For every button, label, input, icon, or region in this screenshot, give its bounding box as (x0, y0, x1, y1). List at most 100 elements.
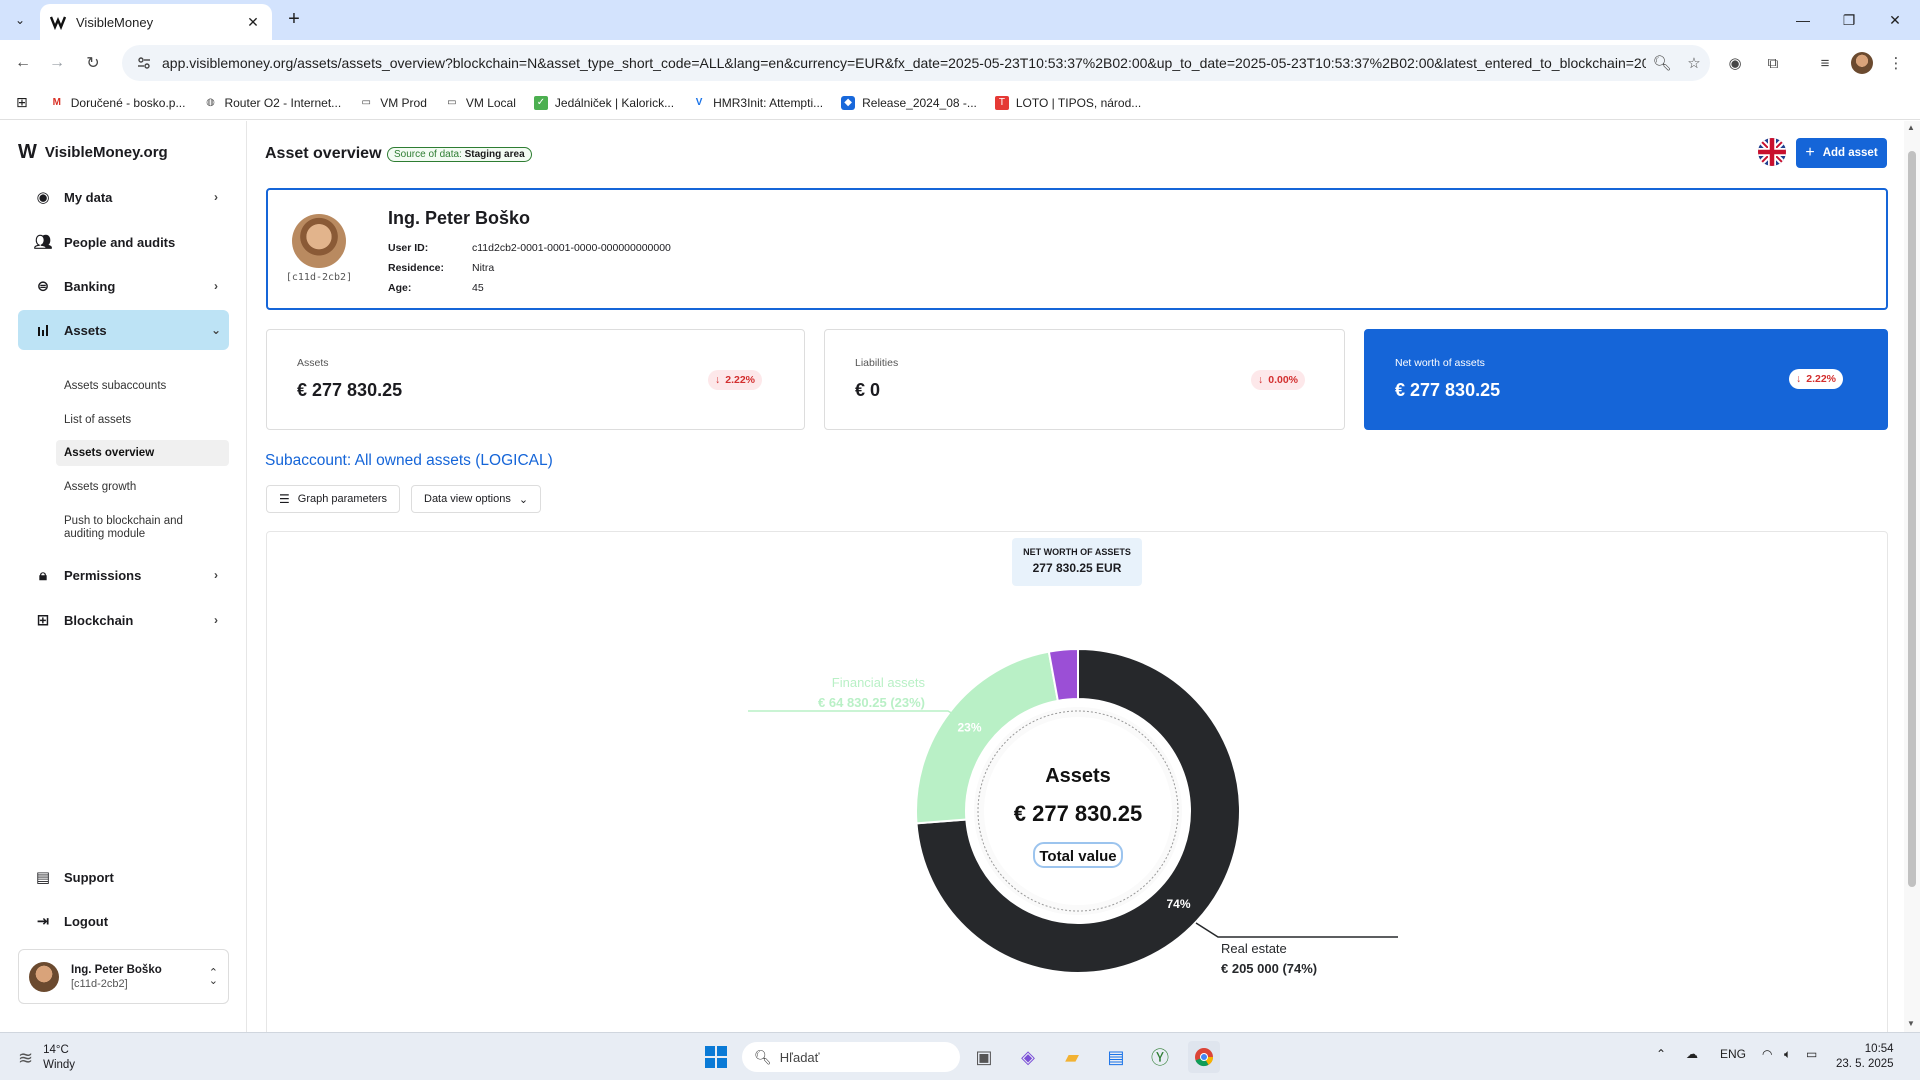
uk-flag-icon[interactable] (1758, 138, 1786, 166)
kpi-value: € 0 (855, 380, 881, 400)
callout-name-financial-assets: Financial assets (832, 675, 926, 690)
minimize-icon[interactable]: — (1780, 0, 1826, 40)
sidebar-item-assets[interactable]: Assets ⌄ (18, 310, 229, 350)
url-text: app.visiblemoney.org/assets/assets_overv… (162, 55, 1646, 71)
browser-menu-icon[interactable]: ⋮ (1885, 52, 1907, 74)
sidebar-item-label: My data (64, 189, 113, 205)
bookmark-item[interactable]: M Doručené - bosko.p... (50, 96, 186, 110)
file-explorer-icon[interactable]: ▰ (1056, 1041, 1088, 1073)
visiblemoney-favicon-icon (50, 16, 66, 30)
sidebar-subitem-push-to-blockchain[interactable]: Push to blockchain and auditing module (56, 508, 229, 548)
page-scrollbar[interactable]: ▲ ▼ (1904, 121, 1920, 1032)
tray-chevron-icon[interactable]: ⌃ (1656, 1047, 1666, 1061)
restore-icon[interactable]: ❐ (1826, 0, 1872, 40)
bookmark-item[interactable]: T LOTO | TIPOS, národ... (994, 95, 1141, 110)
bookmark-item[interactable]: ▭ VM Prod (359, 96, 426, 110)
browser-tab[interactable]: VisibleMoney ✕ (40, 4, 272, 40)
onedrive-icon[interactable]: ☁ (1686, 1047, 1698, 1061)
graph-parameters-button[interactable]: ☰ Graph parameters (266, 485, 401, 513)
profile-avatar-icon[interactable] (1851, 52, 1873, 74)
sidebar-item-support[interactable]: ▤ Support (18, 857, 229, 897)
user-switcher[interactable]: Ing. Peter Boško [c11d-2cb2] ⌃ ⌄ (18, 949, 229, 1004)
profile-user-id-row: User ID: c11d2cb2-0001-0001-0000-0000000… (388, 242, 671, 254)
scroll-up-icon[interactable]: ▲ (1907, 123, 1915, 132)
address-bar[interactable]: app.visiblemoney.org/assets/assets_overv… (122, 45, 1710, 81)
chevron-down-icon: ⌄ (210, 323, 222, 337)
extensions-puzzle-icon[interactable]: ⧉ (1762, 52, 1784, 74)
sidebar-item-permissions[interactable]: 🔒︎ Permissions › (18, 555, 229, 595)
brand[interactable]: W VisibleMoney.org (18, 141, 168, 164)
window-close-icon[interactable]: ✕ (1872, 0, 1918, 40)
sidebar-item-people-and-audits[interactable]: 👥︎ People and audits (18, 222, 229, 262)
extension-icon[interactable]: ◉ (1724, 52, 1746, 74)
chrome-icon[interactable] (1188, 1041, 1220, 1073)
bookmark-star-icon[interactable]: ☆ (1678, 54, 1710, 72)
sidebar-subitem-list-of-assets[interactable]: List of assets (56, 407, 229, 433)
subaccount-title[interactable]: Subaccount: All owned assets (LOGICAL) (265, 452, 553, 470)
site-info-icon[interactable] (132, 51, 156, 75)
donut-percent-label: 74% (1166, 897, 1190, 911)
weather-widget[interactable]: ≋ 14°C Windy (18, 1043, 75, 1073)
wifi-icon[interactable]: ◠ (1762, 1047, 1772, 1061)
copilot-icon[interactable]: ◈ (1012, 1041, 1044, 1073)
add-asset-button[interactable]: + Add asset (1796, 138, 1887, 168)
media-control-icon[interactable]: ≡ (1814, 52, 1836, 74)
bookmark-item[interactable]: ✓ Jedálniček | Kalorick... (533, 95, 674, 110)
apps-grid-icon[interactable]: ⊞ (16, 94, 28, 111)
volume-icon[interactable]: 🔈︎ (1784, 1047, 1791, 1062)
bookmark-item[interactable]: ◍ Router O2 - Internet... (203, 96, 341, 110)
bookmark-label: Router O2 - Internet... (224, 95, 342, 110)
taskbar-search[interactable]: 🔍︎ Hľadať (742, 1042, 960, 1072)
kpi-delta-value: 0.00% (1268, 374, 1299, 386)
sidebar-item-my-data[interactable]: ◉ My data › (18, 177, 229, 217)
bookmark-item[interactable]: V HMR3Init: Attempti... (692, 96, 823, 110)
reload-icon[interactable]: ↻ (80, 50, 106, 76)
zoom-icon[interactable]: 🔍︎ (1646, 54, 1678, 72)
sidebar-subitem-assets-subaccounts[interactable]: Assets subaccounts (56, 373, 229, 399)
data-view-options-button[interactable]: Data view options ⌄ (411, 485, 542, 513)
wind-icon: ≋ (18, 1047, 34, 1068)
sidebar-subitem-assets-overview[interactable]: Assets overview (56, 440, 229, 466)
sidebar-subitem-assets-growth[interactable]: Assets growth (56, 474, 229, 500)
clock[interactable]: 10:54 23. 5. 2025 (1836, 1042, 1894, 1072)
profile-name: Ing. Peter Boško (388, 208, 531, 228)
user-id-label: User ID: (388, 242, 429, 254)
visiblemoney-logo-icon: W (18, 141, 37, 163)
search-placeholder: Hľadať (779, 1049, 820, 1065)
asset-donut-chart[interactable]: 74% 23% Real estate € 205 000 (74%) Financia… (267, 532, 1889, 1032)
app-y-icon[interactable]: Ⓨ (1144, 1041, 1176, 1073)
battery-icon[interactable]: ▭ (1806, 1047, 1817, 1061)
chevron-down-icon: ⌄ (518, 493, 529, 506)
folder-icon: ▭ (447, 97, 457, 108)
bookmark-item[interactable]: ◆ Release_2024_08 -... (841, 95, 977, 110)
forward-icon[interactable]: → (44, 50, 70, 76)
sidebar-item-logout[interactable]: ⇥ Logout (18, 901, 229, 941)
task-view-icon[interactable]: ▣ (968, 1041, 1000, 1073)
search-icon: 🔍︎ (754, 1048, 772, 1065)
scroll-down-icon[interactable]: ▼ (1907, 1019, 1915, 1028)
sidebar-item-label: Permissions (64, 567, 142, 583)
sidebar-item-banking[interactable]: ⊜ Banking › (18, 266, 229, 306)
browser-tabbar: ⌄ VisibleMoney ✕ + — ❐ ✕ (0, 0, 1920, 40)
kpi-label: Liabilities (855, 357, 899, 369)
new-tab-button[interactable]: + (282, 8, 306, 32)
main-content: Asset overview Source of data: Staging a… (248, 121, 1904, 1032)
filter-icon: ☰ (279, 492, 290, 506)
windows-start-icon[interactable] (700, 1041, 732, 1073)
chevron-up-down-icon: ⌃ ⌄ (208, 966, 218, 987)
notepad-icon[interactable]: ▤ (1100, 1041, 1132, 1073)
tab-close-icon[interactable]: ✕ (244, 14, 262, 31)
back-icon[interactable]: ← (10, 50, 36, 76)
tab-search-icon[interactable]: ⌄ (8, 8, 32, 32)
profile-residence-row: Residence: Nitra (388, 262, 494, 274)
bookmark-item[interactable]: ▭ VM Local (445, 96, 516, 110)
banking-icon: ⊜ (36, 278, 50, 295)
language-indicator[interactable]: ENG (1720, 1047, 1746, 1061)
kpi-net-worth: Net worth of assets € 277 830.25 ↓ 2.22% (1364, 329, 1888, 430)
chevron-right-icon: › (214, 279, 218, 293)
chart-card: NET WORTH OF ASSETS 277 830.25 EUR 74% 23… (266, 531, 1888, 1032)
callout-line-financial-assets (748, 710, 961, 719)
scrollbar-thumb[interactable] (1908, 151, 1916, 887)
sidebar-item-blockchain[interactable]: ⊞ Blockchain › (18, 600, 229, 640)
donut-percent-label: 23% (957, 720, 981, 734)
